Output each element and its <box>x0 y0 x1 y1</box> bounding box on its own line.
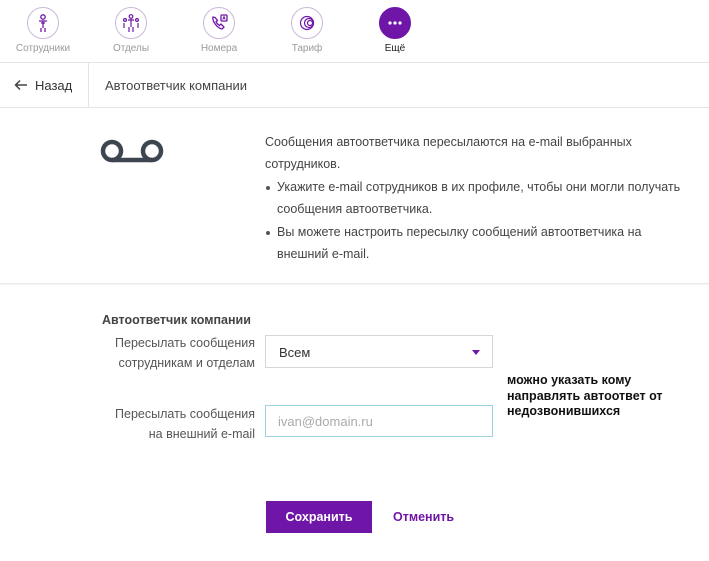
cancel-link[interactable]: Отменить <box>393 510 454 524</box>
info-bullets: Укажите e-mail сотрудников в их профиле,… <box>265 177 685 265</box>
external-email-label: Пересылать сообщения на внешний e-mail <box>115 407 255 441</box>
forward-label: Пересылать сообщения сотрудникам и отдел… <box>115 336 255 370</box>
caret-down-icon <box>472 350 480 355</box>
more-dots-icon <box>388 21 402 25</box>
nav-label: Тариф <box>291 43 323 54</box>
page-title: Автоответчик компании <box>105 78 248 93</box>
save-button[interactable]: Сохранить <box>266 501 372 533</box>
top-navigation: Сотрудники Отделы Номера Тариф Ещё <box>0 0 709 63</box>
info-bullet: Вы можете настроить пересылку сообщений … <box>265 222 685 265</box>
person-icon <box>39 14 47 32</box>
external-email-input[interactable] <box>265 405 493 437</box>
subheader: Назад Автоответчик компании <box>0 63 709 108</box>
nav-item-departments[interactable]: Отделы <box>96 7 166 54</box>
nav-label: Номера <box>200 43 238 54</box>
annotation-note: можно указать кому направлять автоответ … <box>507 373 663 418</box>
back-label: Назад <box>35 77 73 93</box>
phone-number-icon <box>212 14 228 30</box>
info-intro: Сообщения автоответчика пересылаются на … <box>265 135 632 171</box>
org-chart-icon <box>122 14 140 32</box>
nav-item-more[interactable]: Ещё <box>360 7 430 54</box>
forward-select[interactable]: Всем <box>265 335 493 368</box>
nav-label: Отделы <box>112 43 150 54</box>
info-bullet: Укажите e-mail сотрудников в их профиле,… <box>265 177 685 220</box>
forward-select-value: Всем <box>279 345 311 360</box>
info-section: Сообщения автоответчика пересылаются на … <box>0 108 709 284</box>
nav-item-employees[interactable]: Сотрудники <box>8 7 78 54</box>
arrow-left-icon <box>14 79 27 91</box>
nav-item-numbers[interactable]: Номера <box>184 7 254 54</box>
voicemail-icon <box>100 139 164 163</box>
nav-label: Ещё <box>384 43 406 54</box>
back-button[interactable]: Назад <box>0 63 89 107</box>
settings-form: Автоответчик компании Пересылать сообщен… <box>0 285 709 561</box>
nav-label: Сотрудники <box>15 43 71 54</box>
nav-item-tariff[interactable]: Тариф <box>272 7 342 54</box>
tariff-icon <box>299 15 315 31</box>
form-heading: Автоответчик компании <box>102 313 251 327</box>
info-text: Сообщения автоответчика пересылаются на … <box>265 132 685 265</box>
